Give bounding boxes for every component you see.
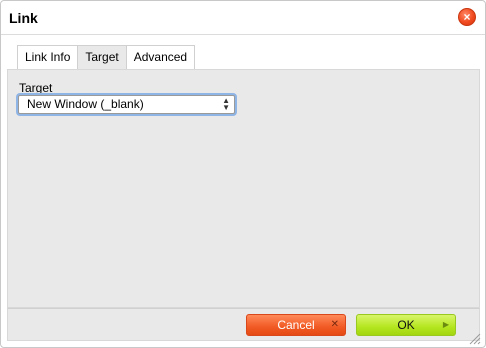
ok-button-label: OK [397,318,415,332]
tab-link-info[interactable]: Link Info [17,45,79,69]
close-icon[interactable]: × [458,8,476,26]
target-select-value: New Window (_blank) [27,97,144,111]
title-bar[interactable]: Link × [1,1,485,35]
target-panel: Target New Window (_blank) ▲ ▼ [7,69,480,308]
tab-target[interactable]: Target [77,45,127,69]
cancel-button[interactable]: Cancel ✕ [246,314,346,336]
link-dialog: Link × Link Info Target Advanced Target … [0,0,486,348]
cancel-button-label: Cancel [277,318,315,332]
select-arrows-icon: ▲ ▼ [222,96,230,112]
ok-arrow-icon: ▶ [442,320,449,329]
dialog-title: Link [9,10,38,26]
target-select[interactable]: New Window (_blank) ▲ ▼ [18,95,235,114]
dialog-footer: Cancel ✕ OK ▶ [7,308,480,341]
tab-bar: Link Info Target Advanced [17,45,196,69]
cancel-x-icon: ✕ [330,319,339,330]
dialog-body: Link Info Target Advanced Target New Win… [7,44,480,341]
tab-advanced[interactable]: Advanced [125,45,196,69]
ok-button[interactable]: OK ▶ [356,314,456,336]
resize-grip-icon[interactable] [467,331,481,345]
target-label: Target [19,81,53,95]
